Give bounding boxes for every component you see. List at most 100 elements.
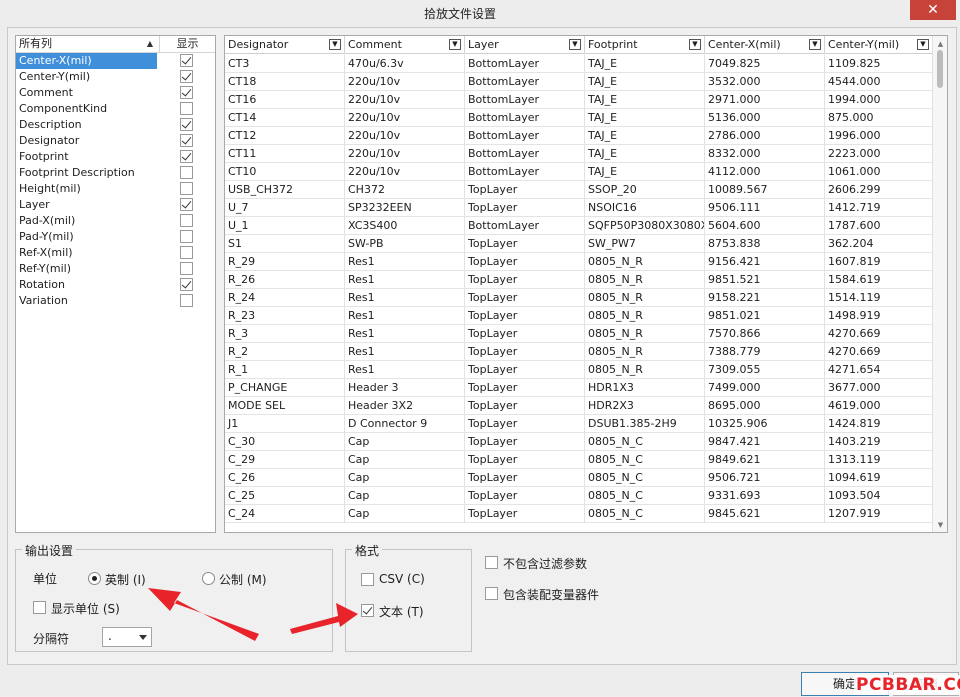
filter-icon[interactable]: ▼ [449, 39, 461, 50]
imperial-radio[interactable] [88, 572, 101, 585]
text-checkbox[interactable] [361, 604, 374, 617]
column-show-checkbox[interactable] [180, 102, 193, 115]
scroll-down-icon[interactable]: ▼ [933, 519, 947, 531]
column-show-checkbox[interactable] [180, 294, 193, 307]
table-row[interactable]: USB_CH372 CH372 TopLayer SSOP_20 10089.567 26… [225, 181, 933, 199]
column-show-checkbox[interactable] [180, 150, 193, 163]
table-row[interactable]: MODE SEL Header 3X2 TopLayer HDR2X3 8695.000… [225, 397, 933, 415]
column-item[interactable]: Rotation [16, 277, 215, 293]
table-row[interactable]: C_25 Cap TopLayer 0805_N_C 9331.693 1093.504 [225, 487, 933, 505]
column-item[interactable]: Height(mil) [16, 181, 215, 197]
column-item[interactable]: Designator [16, 133, 215, 149]
table-row[interactable]: R_2 Res1 TopLayer 0805_N_R 7388.779 4270.669 [225, 343, 933, 361]
column-header[interactable]: Center-X(mil) ▼ [705, 36, 825, 54]
table-row[interactable]: U_1XC3S400BottomLayerSQFP50P3080X3080X24… [225, 217, 933, 235]
column-show-checkbox[interactable] [180, 54, 193, 67]
column-item[interactable]: Pad-X(mil) [16, 213, 215, 229]
column-item[interactable]: Ref-Y(mil) [16, 261, 215, 277]
column-item[interactable]: Ref-X(mil) [16, 245, 215, 261]
table-row[interactable]: U_7 SP3232EEN TopLayer NSOIC16 9506.111 1412.… [225, 199, 933, 217]
imperial-label[interactable]: 英制 (I) [105, 571, 146, 588]
column-show-checkbox[interactable] [180, 182, 193, 195]
filter-icon[interactable]: ▼ [689, 39, 701, 50]
metric-radio[interactable] [202, 572, 215, 585]
column-show-checkbox[interactable] [180, 278, 193, 291]
table-row[interactable]: J1 D Connector 9 TopLayer DSUB1.385-2H9 1032… [225, 415, 933, 433]
table-cell: SP3232EEN [345, 199, 465, 216]
column-item[interactable]: Pad-Y(mil) [16, 229, 215, 245]
column-item[interactable]: Comment [16, 85, 215, 101]
table-row[interactable]: R_26 Res1 TopLayer 0805_N_R 9851.521 1584.619 [225, 271, 933, 289]
metric-label[interactable]: 公制 (M) [219, 571, 267, 588]
text-label[interactable]: 文本 (T) [379, 603, 424, 620]
table-row[interactable]: R_29 Res1 TopLayer 0805_N_R 9156.421 1607.819 [225, 253, 933, 271]
column-item[interactable]: Description [16, 117, 215, 133]
column-show-checkbox[interactable] [180, 118, 193, 131]
column-header[interactable]: Center-Y(mil) ▼ [825, 36, 933, 54]
column-show-checkbox[interactable] [180, 262, 193, 275]
column-show-checkbox[interactable] [180, 70, 193, 83]
column-item[interactable]: Variation [16, 293, 215, 309]
column-item[interactable]: Center-Y(mil) [16, 69, 215, 85]
table-row[interactable]: C_26 Cap TopLayer 0805_N_C 9506.721 1094.619 [225, 469, 933, 487]
table-row[interactable]: C_30 Cap TopLayer 0805_N_C 9847.421 1403.219 [225, 433, 933, 451]
include-variant-checkbox[interactable] [485, 587, 498, 600]
scroll-up-icon[interactable]: ▲ [933, 38, 947, 50]
columns-list[interactable]: 所有列 ▲ 显示 Center-X(mil) Center-Y(mil) Comme… [15, 35, 216, 533]
column-show-checkbox[interactable] [180, 214, 193, 227]
csv-checkbox[interactable] [361, 573, 374, 586]
table-cell: 0805_N_C [585, 451, 705, 468]
table-cell: TAJ_E [585, 163, 705, 180]
filter-icon[interactable]: ▼ [809, 39, 821, 50]
table-row[interactable]: CT10 220u/10v BottomLayer TAJ_E 4112.000 1061… [225, 163, 933, 181]
filter-icon[interactable]: ▼ [917, 39, 929, 50]
column-header[interactable]: Designator ▼ [225, 36, 345, 54]
include-variant-label[interactable]: 包含装配变量器件 [503, 586, 599, 603]
table-row[interactable]: CT16 220u/10v BottomLayer TAJ_E 2971.000 1994… [225, 91, 933, 109]
table-row[interactable]: P_CHANGE Header 3 TopLayer HDR1X3 7499.000 36… [225, 379, 933, 397]
show-units-label[interactable]: 显示单位 (S) [51, 600, 120, 617]
filter-icon[interactable]: ▼ [329, 39, 341, 50]
all-columns-header[interactable]: 所有列 ▲ [16, 36, 160, 52]
table-row[interactable]: R_23 Res1 TopLayer 0805_N_R 9851.021 1498.919 [225, 307, 933, 325]
column-item[interactable]: Layer [16, 197, 215, 213]
vertical-scrollbar[interactable]: ▲ ▼ [932, 36, 947, 532]
table-row[interactable]: C_24 Cap TopLayer 0805_N_C 9845.621 1207.919 [225, 505, 933, 523]
show-units-checkbox[interactable] [33, 601, 46, 614]
table-row[interactable]: CT18 220u/10v BottomLayer TAJ_E 3532.000 4544… [225, 73, 933, 91]
exclude-filter-label[interactable]: 不包含过滤参数 [503, 555, 587, 572]
table-cell: R_24 [225, 289, 345, 306]
filter-icon[interactable]: ▼ [569, 39, 581, 50]
table-row[interactable]: CT3 470u/6.3v BottomLayer TAJ_E 7049.825 1109… [225, 55, 933, 73]
table-row[interactable]: CT14 220u/10v BottomLayer TAJ_E 5136.000 875.… [225, 109, 933, 127]
column-show-checkbox[interactable] [180, 134, 193, 147]
table-row[interactable]: R_24 Res1 TopLayer 0805_N_R 9158.221 1514.119 [225, 289, 933, 307]
preview-table[interactable]: Designator ▼ Comment ▼ Layer ▼ Footprint ▼ Cente… [224, 35, 948, 533]
column-item[interactable]: ComponentKind [16, 101, 215, 117]
column-item[interactable]: Footprint Description [16, 165, 215, 181]
column-show-checkbox[interactable] [180, 86, 193, 99]
table-row[interactable]: R_3 Res1 TopLayer 0805_N_R 7570.866 4270.669 [225, 325, 933, 343]
table-cell: Res1 [345, 271, 465, 288]
column-header[interactable]: Layer ▼ [465, 36, 585, 54]
table-row[interactable]: S1 SW-PB TopLayer SW_PW7 8753.838 362.204 [225, 235, 933, 253]
table-row[interactable]: R_1 Res1 TopLayer 0805_N_R 7309.055 4271.654 [225, 361, 933, 379]
column-header[interactable]: Footprint ▼ [585, 36, 705, 54]
show-header[interactable]: 显示 [160, 36, 215, 52]
column-show-checkbox[interactable] [180, 198, 193, 211]
table-cell: Header 3X2 [345, 397, 465, 414]
column-show-checkbox[interactable] [180, 246, 193, 259]
table-row[interactable]: CT11 220u/10v BottomLayer TAJ_E 8332.000 2223… [225, 145, 933, 163]
table-row[interactable]: C_29 Cap TopLayer 0805_N_C 9849.621 1313.119 [225, 451, 933, 469]
exclude-filter-checkbox[interactable] [485, 556, 498, 569]
column-item[interactable]: Footprint [16, 149, 215, 165]
column-item[interactable]: Center-X(mil) [16, 53, 215, 69]
close-button[interactable]: ✕ [910, 0, 956, 20]
column-show-checkbox[interactable] [180, 166, 193, 179]
separator-select[interactable]: . [102, 627, 152, 647]
scroll-thumb[interactable] [937, 50, 943, 88]
table-row[interactable]: CT12 220u/10v BottomLayer TAJ_E 2786.000 1996… [225, 127, 933, 145]
column-show-checkbox[interactable] [180, 230, 193, 243]
csv-label[interactable]: CSV (C) [379, 572, 425, 586]
column-header[interactable]: Comment ▼ [345, 36, 465, 54]
